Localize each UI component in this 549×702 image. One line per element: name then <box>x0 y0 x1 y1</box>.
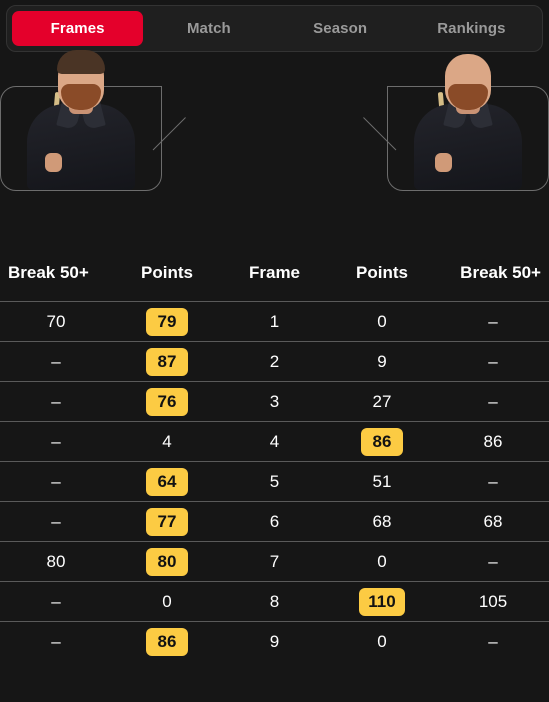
cell-frame-number: 3 <box>222 381 327 422</box>
player-left-photo-frame <box>0 50 162 191</box>
cell-points-right: 51 <box>327 461 437 502</box>
highlight-badge: 76 <box>146 387 188 416</box>
cell-break-50-left: – <box>0 621 112 662</box>
highlight-badge: 86 <box>361 427 403 456</box>
table-row[interactable]: –76 3 27– <box>0 381 549 422</box>
highlight-badge: 86 <box>146 627 188 656</box>
cell-break-50-right: 105 <box>437 581 549 622</box>
column-header-break-50-right: Break 50+ <box>460 263 541 282</box>
table-row[interactable]: –0 8 110 105 <box>0 581 549 622</box>
cell-break-50-left: – <box>0 381 112 422</box>
cell-break-50-right: 68 <box>437 501 549 542</box>
cell-points-left: 87 <box>112 341 222 382</box>
player-left[interactable] <box>0 50 162 191</box>
cell-points-left: 76 <box>112 381 222 422</box>
cell-points-right: 0 <box>327 621 437 662</box>
column-header-frame-number: Frame <box>248 263 301 282</box>
tab-season[interactable]: Season <box>275 11 406 46</box>
cell-points-right: 110 <box>327 581 437 622</box>
cell-points-left: 86 <box>112 621 222 662</box>
table-row[interactable]: 70 79 1 0– <box>0 301 549 342</box>
cell-frame-number: 7 <box>222 541 327 582</box>
table-row[interactable]: 80 80 7 0– <box>0 541 549 582</box>
player-right-portrait-icon <box>408 40 528 190</box>
player-right[interactable] <box>387 54 549 191</box>
players-section <box>0 50 549 263</box>
table-row[interactable]: –4 4 86 86 <box>0 421 549 462</box>
hand-shape <box>45 153 62 172</box>
cell-break-50-left: – <box>0 581 112 622</box>
cell-points-right: 68 <box>327 501 437 542</box>
cell-points-right: 0 <box>327 541 437 582</box>
cell-points-left: 77 <box>112 501 222 542</box>
cell-frame-number: 8 <box>222 581 327 622</box>
table-row[interactable]: –87 2 9– <box>0 341 549 382</box>
cell-points-left: 80 <box>112 541 222 582</box>
cell-break-50-left: – <box>0 341 112 382</box>
hand-shape <box>435 153 452 172</box>
frames-table-head: Break 50+ Points Frame Points Break 50+ <box>0 263 549 302</box>
cell-points-right: 0 <box>327 301 437 342</box>
cell-frame-number: 1 <box>222 301 327 342</box>
table-row[interactable]: –64 5 51– <box>0 461 549 502</box>
highlight-badge: 79 <box>146 307 188 336</box>
cell-frame-number: 5 <box>222 461 327 502</box>
cell-break-50-left: – <box>0 421 112 462</box>
column-header-points-right: Points <box>356 263 408 282</box>
cell-frame-number: 4 <box>222 421 327 462</box>
cell-break-50-left: – <box>0 501 112 542</box>
frames-table-header-row: Break 50+ Points Frame Points Break 50+ <box>0 263 549 302</box>
player-right-photo-frame <box>387 54 549 191</box>
column-header-points-left: Points <box>141 263 193 282</box>
player-body-shape <box>27 104 135 190</box>
highlight-badge: 80 <box>146 547 188 576</box>
player-left-portrait-icon <box>21 40 141 190</box>
frames-table-body: 70 79 1 0– –87 2 9– –76 3 27– –4 4 86 86–64 5 51– –77 6 68… <box>0 301 549 662</box>
cell-points-left: 0 <box>112 581 222 622</box>
tab-match[interactable]: Match <box>143 11 274 46</box>
cell-break-50-right: – <box>437 541 549 582</box>
cell-break-50-right: 86 <box>437 421 549 462</box>
cell-break-50-right: – <box>437 301 549 342</box>
cell-frame-number: 9 <box>222 621 327 662</box>
cell-break-50-left: – <box>0 461 112 502</box>
hair-shape <box>57 50 105 74</box>
cell-points-left: 64 <box>112 461 222 502</box>
cell-points-left: 4 <box>112 421 222 462</box>
cell-points-right: 86 <box>327 421 437 462</box>
cell-points-right: 9 <box>327 341 437 382</box>
cell-break-50-right: – <box>437 341 549 382</box>
cell-frame-number: 2 <box>222 341 327 382</box>
cell-break-50-right: – <box>437 461 549 502</box>
frames-table: Break 50+ Points Frame Points Break 50+ 70 79… <box>0 263 549 662</box>
cell-points-left: 79 <box>112 301 222 342</box>
cell-points-right: 27 <box>327 381 437 422</box>
cell-break-50-right: – <box>437 621 549 662</box>
cell-break-50-left: 80 <box>0 541 112 582</box>
cell-break-50-left: 70 <box>0 301 112 342</box>
highlight-badge: 64 <box>146 467 188 496</box>
column-header-break-50-left: Break 50+ <box>8 263 89 282</box>
highlight-badge: 77 <box>146 507 188 536</box>
cell-frame-number: 6 <box>222 501 327 542</box>
player-body-shape <box>414 104 522 190</box>
highlight-badge: 87 <box>146 347 188 376</box>
highlight-badge: 110 <box>359 587 405 616</box>
table-row[interactable]: –86 9 0– <box>0 621 549 662</box>
table-row[interactable]: –77 6 68 68 <box>0 501 549 542</box>
cell-break-50-right: – <box>437 381 549 422</box>
